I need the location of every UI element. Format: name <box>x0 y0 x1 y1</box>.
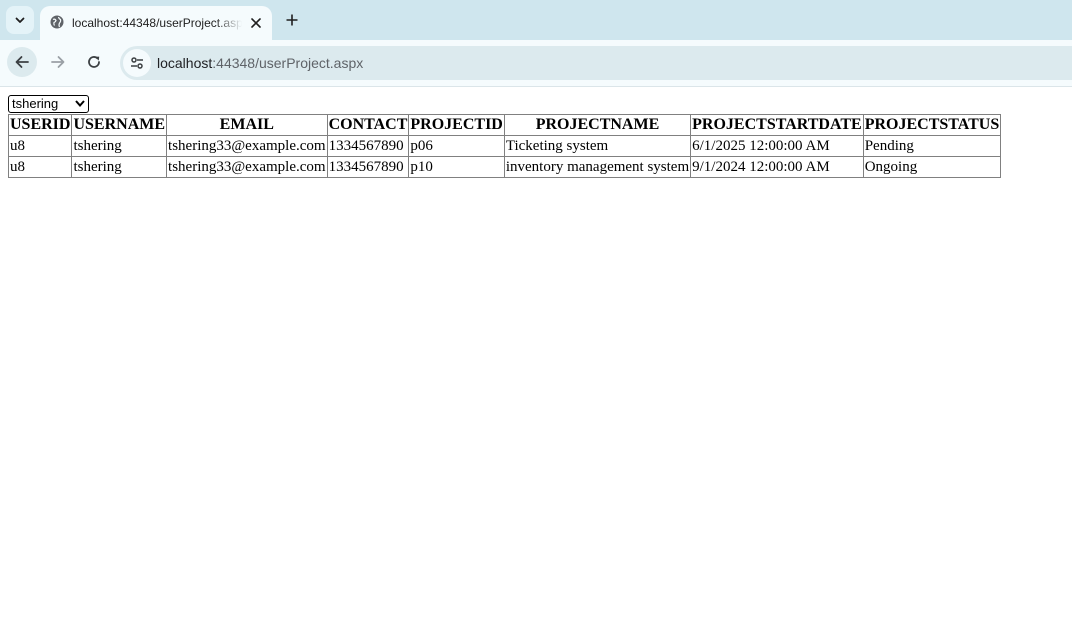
cell-projectstatus: Ongoing <box>862 156 1002 178</box>
plus-icon <box>286 14 298 26</box>
column-header-projectid: PROJECTID <box>408 114 505 136</box>
chevron-down-icon <box>75 100 85 108</box>
url-host: localhost <box>157 55 213 71</box>
cell-userid: u8 <box>7 135 73 157</box>
cell-projectname: Ticketing system <box>503 135 692 157</box>
user-dropdown-value: tshering <box>12 96 59 111</box>
cell-projectname: inventory management system <box>503 156 692 178</box>
cell-projectstartdate: 6/1/2025 12:00:00 AM <box>690 135 864 157</box>
tab-close-button[interactable] <box>246 13 266 33</box>
reload-button[interactable] <box>79 47 109 77</box>
column-header-username: USERNAME <box>71 114 168 136</box>
cell-contact: 1334567890 <box>326 135 410 157</box>
reload-icon <box>88 56 100 68</box>
column-header-contact: CONTACT <box>326 114 410 136</box>
column-header-projectstatus: PROJECTSTATUS <box>862 114 1002 136</box>
browser-tab[interactable]: localhost:44348/userProject.aspx <box>40 6 272 40</box>
site-info-button[interactable] <box>123 49 151 77</box>
cell-username: tshering <box>71 156 168 178</box>
table-row: u8 tshering tshering33@example.com 13345… <box>7 135 1002 157</box>
tab-title: localhost:44348/userProject.aspx <box>72 16 242 30</box>
arrow-left-icon <box>15 56 29 68</box>
browser-toolbar: localhost:44348/userProject.aspx <box>0 40 1072 87</box>
tune-icon <box>131 57 143 69</box>
column-header-email: EMAIL <box>166 114 328 136</box>
cell-projectid: p06 <box>408 135 505 157</box>
tab-strip: localhost:44348/userProject.aspx <box>0 0 1072 40</box>
new-tab-button[interactable] <box>280 8 304 32</box>
user-dropdown[interactable]: tshering <box>8 95 89 113</box>
cell-projectstartdate: 9/1/2024 12:00:00 AM <box>690 156 864 178</box>
cell-projectid: p10 <box>408 156 505 178</box>
tab-search-button[interactable] <box>6 6 34 34</box>
table-row: u8 tshering tshering33@example.com 13345… <box>7 156 1002 178</box>
cell-contact: 1334567890 <box>326 156 410 178</box>
cell-email: tshering33@example.com <box>166 135 328 157</box>
url-path: :44348/userProject.aspx <box>212 55 364 71</box>
back-button[interactable] <box>7 47 37 77</box>
column-header-projectstartdate: PROJECTSTARTDATE <box>690 114 864 136</box>
globe-icon <box>50 15 64 29</box>
forward-button[interactable] <box>43 47 73 77</box>
address-bar[interactable]: localhost:44348/userProject.aspx <box>120 46 1072 80</box>
column-header-userid: USERID <box>7 114 73 136</box>
cell-username: tshering <box>71 135 168 157</box>
page-content: tshering USERID USERNAME EMAIL CONTACT P… <box>0 87 1072 622</box>
close-icon <box>251 18 261 28</box>
user-project-table: USERID USERNAME EMAIL CONTACT PROJECTID … <box>7 114 1002 178</box>
chevron-down-icon <box>15 17 25 23</box>
arrow-right-icon <box>51 56 65 68</box>
cell-userid: u8 <box>7 156 73 178</box>
cell-projectstatus: Pending <box>862 135 1002 157</box>
table-header-row: USERID USERNAME EMAIL CONTACT PROJECTID … <box>7 114 1002 136</box>
cell-email: tshering33@example.com <box>166 156 328 178</box>
url-text[interactable]: localhost:44348/userProject.aspx <box>157 54 363 72</box>
column-header-projectname: PROJECTNAME <box>503 114 692 136</box>
